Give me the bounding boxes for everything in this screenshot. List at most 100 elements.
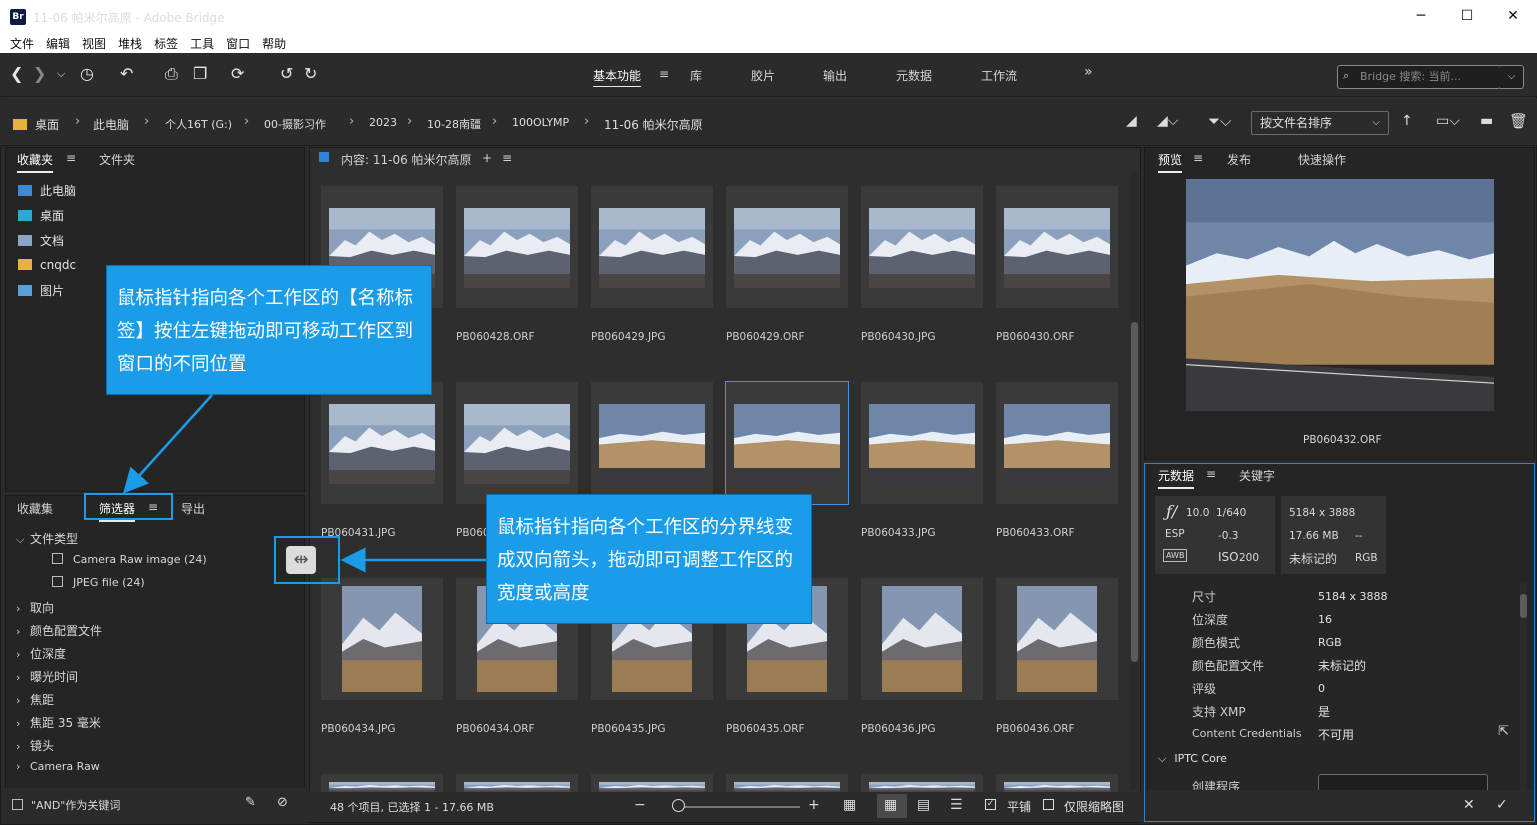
tab-filter[interactable]: 筛选器 [99, 500, 136, 522]
sort-dropdown[interactable]: 按文件名排序 ⌵ [1251, 111, 1389, 135]
panel-menu-icon[interactable]: ≡ [1206, 467, 1216, 481]
tab-quick-actions[interactable]: 快速操作 [1298, 151, 1346, 168]
panel-menu-icon[interactable]: ≡ [1193, 151, 1203, 165]
rotate-right-icon[interactable]: ↻ [304, 64, 317, 84]
and-keywords-option[interactable]: "AND"作为关键词 [12, 797, 120, 813]
zoom-out-icon[interactable]: − [634, 797, 646, 813]
zoom-slider-handle[interactable] [672, 799, 685, 812]
menu-help[interactable]: 帮助 [262, 35, 286, 52]
filter-camera-raw[interactable]: Camera Raw image (24) [52, 553, 207, 566]
tile-checkbox[interactable]: ✓ [985, 799, 996, 810]
tab-favorites[interactable]: 收藏夹 [17, 151, 54, 173]
open-external-icon[interactable]: ⇱ [1498, 724, 1509, 739]
menu-label[interactable]: 标签 [154, 35, 178, 52]
breadcrumb-current-folder[interactable]: 11-06 帕米尔高原 [604, 116, 703, 133]
workspace-library[interactable]: 库 [690, 67, 702, 84]
more-workspaces-icon[interactable]: » [1084, 64, 1093, 80]
tab-keywords[interactable]: 关键字 [1239, 467, 1275, 484]
breadcrumb-photo-practice[interactable]: 00-摄影习作 [264, 116, 326, 132]
menu-window[interactable]: 窗口 [226, 35, 250, 52]
sort-ascending-icon[interactable]: ↑ [1401, 113, 1413, 129]
menu-tools[interactable]: 工具 [190, 35, 214, 52]
search-scope-dropdown[interactable]: ⌵ [1500, 65, 1524, 89]
cancel-icon[interactable]: ✕ [1463, 797, 1475, 813]
details-view-icon[interactable]: ▤ [917, 797, 930, 813]
filter-color-profile[interactable]: › 颜色配置文件 [16, 622, 102, 639]
thumbs-only-checkbox[interactable] [1043, 799, 1054, 810]
panel-menu-icon[interactable]: ≡ [148, 500, 158, 514]
preview-image[interactable] [1186, 179, 1494, 411]
menu-stack[interactable]: 堆栈 [118, 35, 142, 52]
filter-focal-length[interactable]: › 焦距 [16, 691, 54, 708]
quality-icon[interactable]: ◢ [1126, 113, 1137, 129]
list-view-icon[interactable]: ☰ [950, 797, 963, 813]
clear-filter-icon[interactable]: ⊘ [277, 795, 288, 810]
checkbox[interactable] [12, 799, 23, 810]
filter-lens[interactable]: › 镜头 [16, 737, 54, 754]
content-scrollbar-thumb[interactable] [1131, 322, 1138, 662]
metadata-scrollbar-thumb[interactable] [1520, 594, 1527, 618]
trash-icon[interactable]: 🗑 [1509, 112, 1528, 130]
tab-metadata[interactable]: 元数据 [1158, 467, 1195, 489]
tab-collections[interactable]: 收藏集 [17, 500, 53, 517]
workspace-metadata[interactable]: 元数据 [896, 67, 932, 84]
creator-input[interactable] [1318, 774, 1488, 790]
maximize-icon[interactable]: ☐ [1457, 6, 1477, 26]
tab-export[interactable]: 导出 [181, 500, 205, 517]
thumbnail-view-icon[interactable]: ▦ [884, 797, 897, 813]
zoom-in-icon[interactable]: + [808, 797, 820, 813]
workspace-workflow[interactable]: 工作流 [981, 67, 1017, 84]
favorite-pictures[interactable]: 图片 [18, 282, 64, 299]
breadcrumb-desktop[interactable]: 桌面 [13, 116, 59, 133]
chevron-down-icon[interactable]: ⌵ [57, 64, 65, 84]
grid-lock-icon[interactable]: ▦ [843, 797, 856, 813]
menu-edit[interactable]: 编辑 [46, 35, 70, 52]
camera-import-icon[interactable]: ⎙ [165, 64, 178, 84]
workspace-essentials[interactable]: 基本功能 [593, 67, 642, 87]
rating-filter-icon[interactable]: ◢⌵ [1157, 113, 1178, 129]
breadcrumb-south-xinjiang[interactable]: 10-28南疆 [427, 116, 481, 132]
breadcrumb-drive[interactable]: 个人16T (G:) [165, 116, 232, 132]
favorite-this-pc[interactable]: 此电脑 [18, 182, 76, 199]
back-icon[interactable]: ❮ [10, 64, 23, 84]
filter-bit-depth[interactable]: › 位深度 [16, 645, 66, 662]
filter-focal-length-35[interactable]: › 焦距 35 毫米 [16, 714, 101, 731]
menu-file[interactable]: 文件 [10, 35, 34, 52]
rotate-left-icon[interactable]: ↺ [280, 64, 293, 84]
pin-icon[interactable]: ✎ [245, 795, 256, 810]
zoom-slider[interactable] [680, 806, 800, 808]
open-recent-icon[interactable]: ▭⌵ [1436, 113, 1460, 129]
workspace-menu-icon[interactable]: ≡ [659, 67, 669, 81]
tab-preview[interactable]: 预览 [1158, 151, 1183, 173]
workspace-filmstrip[interactable]: 胶片 [751, 67, 775, 84]
breadcrumb-2023[interactable]: 2023 [369, 116, 397, 129]
filter-jpeg[interactable]: JPEG file (24) [52, 576, 145, 589]
filter-file-type[interactable]: ⌵ 文件类型 [16, 530, 78, 547]
apply-icon[interactable]: ✓ [1496, 797, 1508, 813]
breadcrumb-100olymp[interactable]: 100OLYMP [512, 116, 569, 129]
checkbox[interactable] [52, 576, 63, 587]
panel-menu-icon[interactable]: ≡ [66, 151, 76, 165]
forward-icon[interactable]: ❯ [33, 64, 46, 84]
menu-view[interactable]: 视图 [82, 35, 106, 52]
tab-publish[interactable]: 发布 [1227, 151, 1251, 168]
iptc-core-section[interactable]: ⌵ IPTC Core [1158, 752, 1227, 766]
search-input[interactable]: Bridge 搜索: 当前... [1337, 65, 1501, 89]
breadcrumb-this-pc[interactable]: 此电脑 [93, 116, 129, 133]
add-tab-icon[interactable]: + [482, 151, 492, 165]
sync-icon[interactable]: ⟳ [231, 64, 244, 84]
favorite-documents[interactable]: 文档 [18, 232, 64, 249]
close-window-icon[interactable]: ✕ [1503, 6, 1523, 26]
panel-menu-icon[interactable]: ≡ [502, 151, 512, 165]
workspace-output[interactable]: 输出 [823, 67, 847, 84]
minimize-icon[interactable]: ─ [1411, 6, 1431, 26]
boomerang-icon[interactable]: ↶ [120, 64, 133, 84]
refine-icon[interactable]: ❐ [193, 64, 207, 84]
filter-orientation[interactable]: › 取向 [16, 599, 54, 616]
filter-exposure-time[interactable]: › 曝光时间 [16, 668, 78, 685]
filter-camera-raw-group[interactable]: › Camera Raw [16, 760, 100, 773]
favorite-desktop[interactable]: 桌面 [18, 207, 64, 224]
tab-folders[interactable]: 文件夹 [99, 151, 135, 168]
checkbox[interactable] [52, 553, 63, 564]
favorite-cnqdc[interactable]: cnqdc [18, 258, 76, 272]
